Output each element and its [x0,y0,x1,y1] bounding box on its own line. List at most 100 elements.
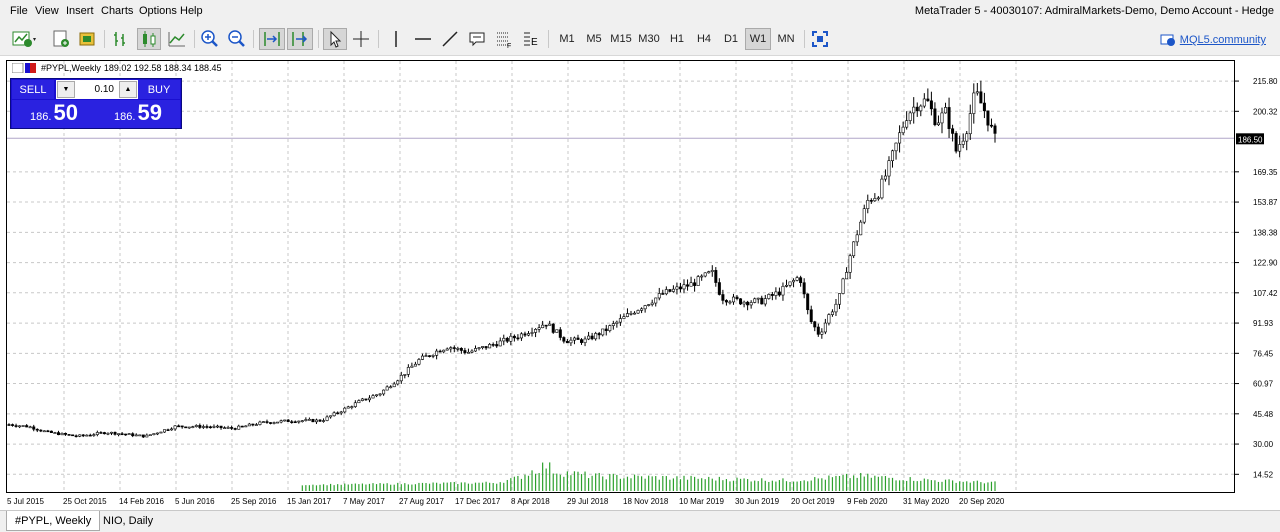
candle-body [792,280,796,283]
algo-trading-icon[interactable] [76,28,98,50]
line-chart-icon[interactable] [166,28,188,50]
menu-view[interactable]: View [35,5,59,17]
candle-body [138,434,142,437]
chart-area[interactable] [6,60,1235,493]
candle-body [230,427,234,429]
candle-body [353,402,357,407]
elliott-icon[interactable]: E [520,28,542,50]
candle-body [329,415,333,418]
candle-body [14,425,18,427]
sell-button[interactable]: SELL [12,80,54,99]
candle-body [516,337,520,340]
candle-body [297,420,301,423]
buy-price[interactable]: 186. 59 [96,100,180,128]
candle-body [261,421,265,423]
candle-body [403,374,407,376]
new-chart-icon[interactable] [10,28,40,50]
candle-body [7,424,11,426]
candle-body [325,416,329,421]
candle-body [594,333,598,340]
fibonacci-icon[interactable]: F [493,28,515,50]
mql5-link-label[interactable]: MQL5.community [1180,34,1266,46]
candle-body [975,91,979,94]
price-axis[interactable]: 215.80 200.32 169.35 153.87 138.38 122.90 107.… [1235,60,1280,493]
candle-body [159,431,163,434]
candle-body [406,367,410,375]
candle-body [654,297,658,304]
candle-body [78,434,82,437]
time-tick-label: 30 Jun 2019 [735,497,780,506]
zoom-out-icon[interactable] [226,28,248,50]
tab-pypl-weekly[interactable]: #PYPL, Weekly [6,511,101,531]
volume-increase-icon[interactable]: ▲ [119,81,137,98]
toolbar-separator [318,30,319,48]
candle-body [473,348,477,352]
timeframe-w1[interactable]: W1 [745,28,771,50]
candle-body [830,311,834,315]
candle-body [194,425,198,427]
menu-charts[interactable]: Charts [101,5,133,17]
volume-decrease-icon[interactable]: ▼ [57,81,75,98]
candle-body [933,108,937,126]
candlestick-icon[interactable] [137,28,161,50]
vertical-line-icon[interactable] [385,28,407,50]
candle-body [233,428,237,430]
menu-help[interactable]: Help [180,5,203,17]
timeframe-m30[interactable]: M30 [636,28,662,50]
mql5-logo-icon [1160,34,1175,46]
time-axis[interactable]: 5 Jul 2015 25 Oct 2015 14 Feb 2016 5 Jun 20… [6,493,1280,509]
timeframe-h1[interactable]: H1 [664,28,690,50]
candle-body [216,425,220,428]
candle-body [74,435,78,438]
horizontal-line-icon[interactable] [412,28,434,50]
timeframe-d1[interactable]: D1 [718,28,744,50]
candle-body [495,344,499,347]
candle-body [746,301,750,306]
candle-body [92,434,96,436]
fullscreen-icon[interactable] [809,28,831,50]
candle-body [703,272,707,277]
candle-body [410,365,414,368]
candle-body [346,406,350,409]
buy-price-pips: 59 [137,100,162,125]
timeframe-m15[interactable]: M15 [608,28,634,50]
tab-nio-daily[interactable]: NIO, Daily [95,511,161,531]
price-tick-label: 153.87 [1253,198,1278,207]
crosshair-icon[interactable] [350,28,372,50]
candle-body [986,110,990,126]
cursor-icon[interactable] [323,28,347,50]
menu-file[interactable]: File [10,5,28,17]
buy-button[interactable]: BUY [138,80,180,99]
timeframe-h4[interactable]: H4 [691,28,717,50]
candle-body [466,351,470,354]
timeframe-mn[interactable]: MN [773,28,799,50]
bar-chart-icon[interactable] [110,28,132,50]
chart-shift-icon[interactable] [287,28,313,50]
trendline-icon[interactable] [439,28,461,50]
candle-body [947,107,951,129]
candle-body [445,348,449,351]
candle-body [993,125,997,134]
menu-insert[interactable]: Insert [66,5,94,17]
text-icon[interactable] [466,28,488,50]
candle-body [382,389,386,395]
candle-body [555,329,559,333]
autoscroll-icon[interactable] [259,28,285,50]
volume-stepper[interactable]: ▼ 0.10 ▲ [56,80,138,99]
timeframe-m1[interactable]: M1 [554,28,580,50]
mql5-community-link[interactable]: MQL5.community [1160,33,1266,47]
timeframe-m5[interactable]: M5 [581,28,607,50]
candle-body [184,426,188,429]
time-tick-label: 9 Feb 2020 [847,497,888,506]
volume-input[interactable]: 0.10 [76,84,118,95]
sell-price[interactable]: 186. 50 [12,100,96,128]
candle-body [728,301,732,304]
candle-body [633,312,637,315]
price-tick-label: 200.32 [1253,107,1278,116]
candle-body [205,426,209,428]
menu-options[interactable]: Options [139,5,177,17]
zoom-in-icon[interactable] [199,28,221,50]
candle-body [223,427,227,429]
candle-body [350,406,354,408]
new-order-icon[interactable] [50,28,72,50]
